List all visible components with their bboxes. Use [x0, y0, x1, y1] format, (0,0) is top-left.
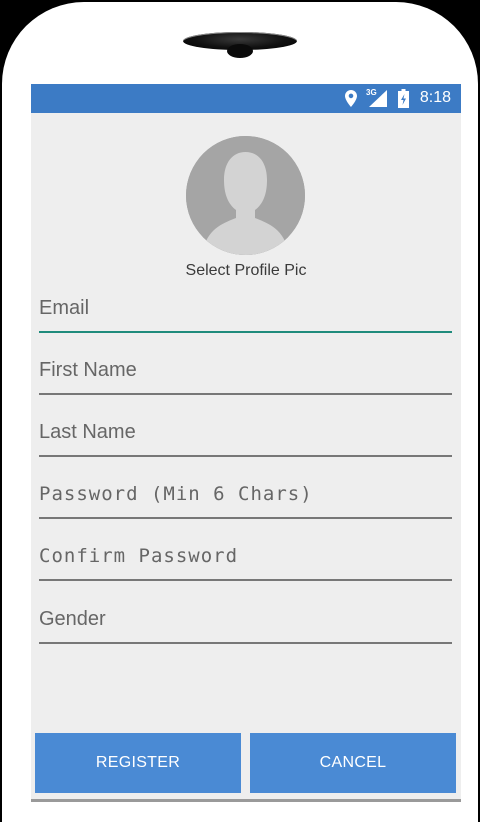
signal-icon	[369, 90, 387, 111]
location-icon	[345, 90, 357, 111]
profile-pic-avatar[interactable]	[186, 136, 305, 255]
gender-underline	[39, 642, 452, 644]
select-profile-pic-label[interactable]: Select Profile Pic	[31, 262, 461, 280]
email-underline	[39, 331, 452, 333]
person-silhouette-icon	[186, 136, 305, 255]
gender-field[interactable]: Gender	[39, 600, 452, 644]
earpiece-speaker	[183, 32, 297, 58]
register-button[interactable]: REGISTER	[35, 733, 241, 793]
password-field[interactable]: Password (Min 6 Chars)	[39, 475, 452, 519]
bottom-divider	[31, 799, 461, 802]
battery-charging-icon	[398, 89, 409, 112]
first-name-underline	[39, 393, 452, 395]
first-name-placeholder: First Name	[39, 359, 137, 381]
status-bar: 3G 8:18	[31, 84, 461, 113]
cancel-button[interactable]: CANCEL	[250, 733, 456, 793]
confirm-password-placeholder: Confirm Password	[39, 545, 239, 567]
confirm-password-field[interactable]: Confirm Password	[39, 537, 452, 581]
phone-frame: 3G 8:18 Select Profile Pic Email First N…	[2, 2, 478, 822]
password-placeholder: Password (Min 6 Chars)	[39, 483, 313, 505]
last-name-underline	[39, 455, 452, 457]
email-placeholder: Email	[39, 297, 90, 319]
last-name-field[interactable]: Last Name	[39, 413, 452, 457]
app-screen: 3G 8:18 Select Profile Pic Email First N…	[31, 84, 461, 802]
last-name-placeholder: Last Name	[39, 421, 136, 443]
gender-placeholder: Gender	[39, 608, 106, 630]
first-name-field[interactable]: First Name	[39, 351, 452, 395]
password-underline	[39, 517, 452, 519]
confirm-password-underline	[39, 579, 452, 581]
status-time: 8:18	[419, 89, 451, 106]
email-field[interactable]: Email	[39, 289, 452, 333]
